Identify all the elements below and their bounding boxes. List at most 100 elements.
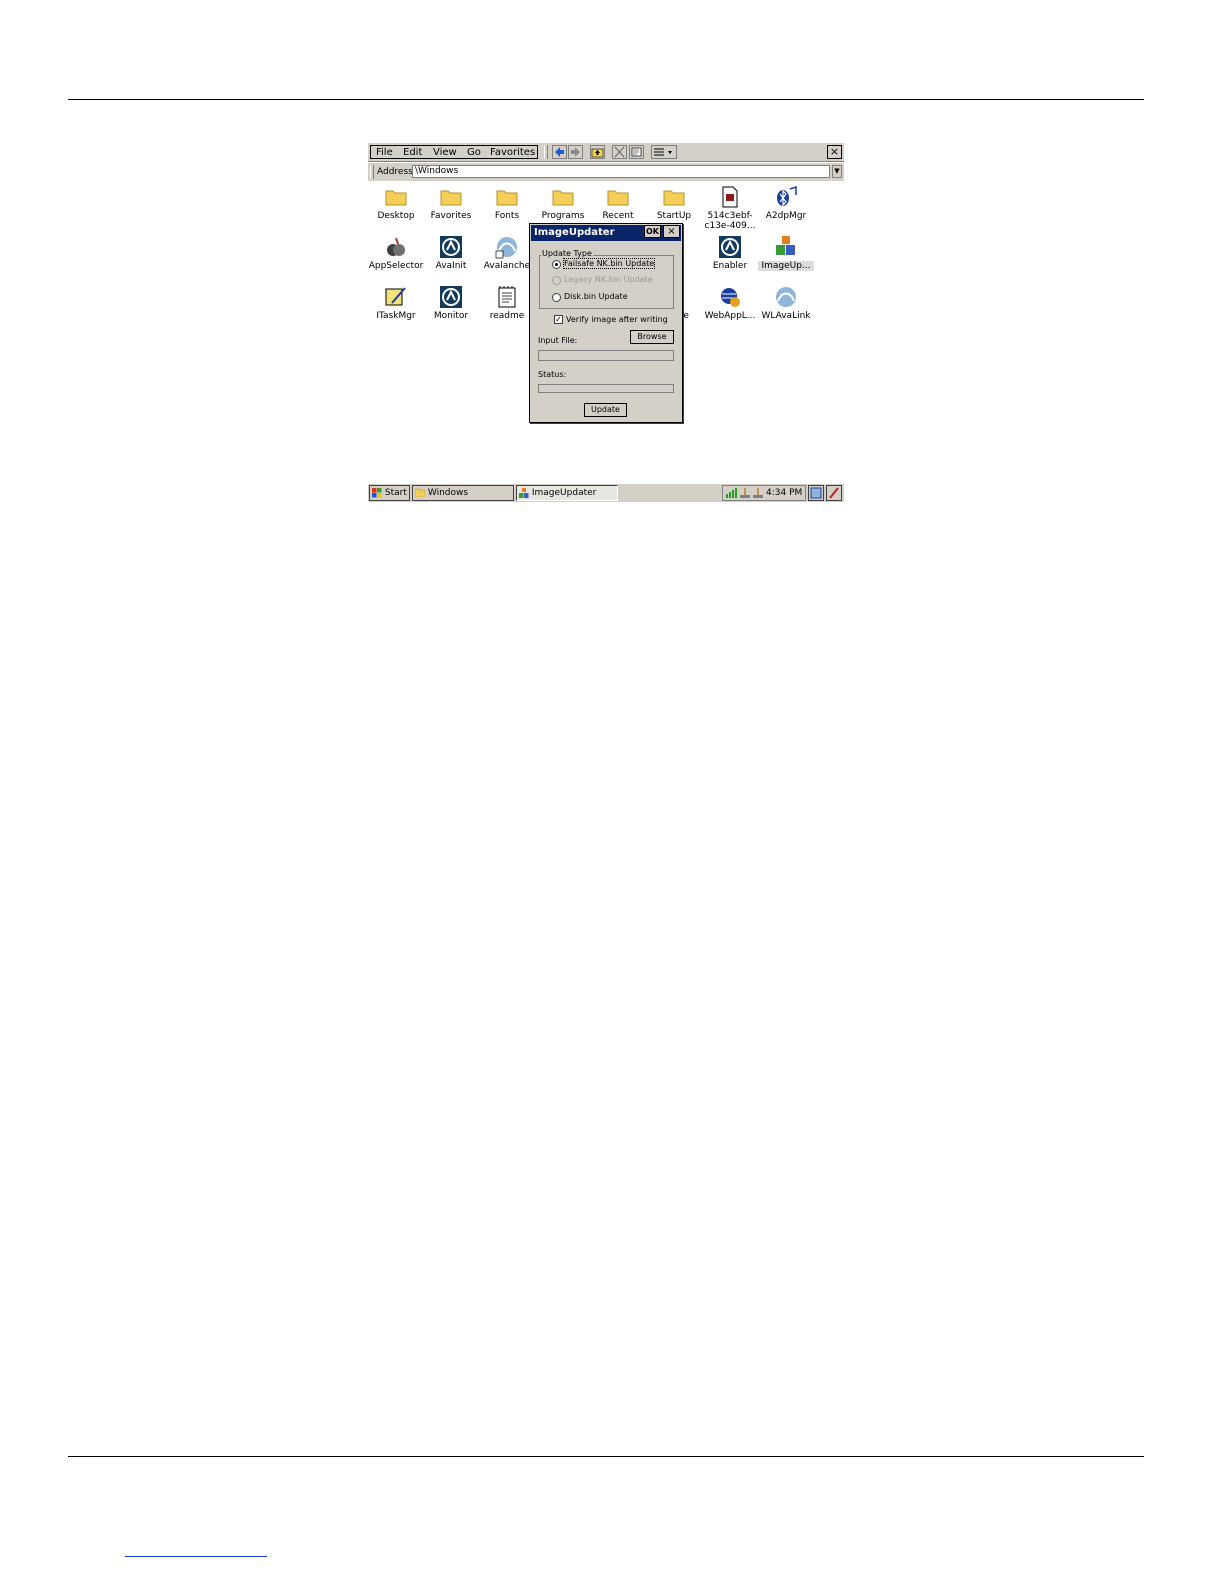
folder-icon <box>607 190 629 206</box>
address-dropdown-button[interactable]: ▼ <box>832 165 842 178</box>
task-manager-icon <box>385 287 406 306</box>
avalanche-shortcut-icon <box>776 287 796 307</box>
windows-logo-icon <box>372 487 382 497</box>
desktop-icon-wlavalink[interactable]: WLAvaLink <box>758 285 814 321</box>
desktop-icon-monitor[interactable]: Monitor <box>423 285 479 321</box>
menu-view[interactable]: View <box>433 147 457 158</box>
desktop-icon-guid-file[interactable]: 514c3ebf- c13e-409... <box>702 185 758 231</box>
update-type-label: Update Type <box>541 249 593 258</box>
network-icon[interactable] <box>751 487 765 499</box>
folder-icon <box>552 190 574 206</box>
taskbar: Start Windows ImageUpdater 4:34 PM <box>368 483 844 502</box>
notepad-icon <box>498 286 516 308</box>
address-input[interactable]: \Windows <box>412 165 830 178</box>
desktop-icon-fonts[interactable]: Fonts <box>479 185 535 221</box>
menu-favorites[interactable]: Favorites <box>490 147 535 158</box>
input-file-label: Input File: <box>538 336 578 345</box>
avalanche-app-icon <box>440 286 462 308</box>
back-button[interactable] <box>552 145 567 159</box>
list-view-icon <box>654 148 672 156</box>
status-label: Status: <box>538 370 567 379</box>
mfc-app-icon <box>519 487 529 498</box>
checkmark-icon: ✓ <box>554 315 563 324</box>
scissors-icon <box>614 146 625 158</box>
desktop-icon-itaskmgr[interactable]: ITaskMgr <box>368 285 424 321</box>
cut-button[interactable] <box>612 145 627 159</box>
footer-link-underline[interactable] <box>125 1556 267 1557</box>
web-app-icon <box>721 288 740 307</box>
show-desktop-icon <box>810 487 822 499</box>
menu-edit[interactable]: Edit <box>403 147 422 158</box>
device-screen: File Edit View Go Favorites × Address \W… <box>368 143 844 502</box>
properties-button[interactable] <box>629 145 644 159</box>
start-button[interactable]: Start <box>369 485 410 501</box>
bluetooth-audio-icon <box>777 185 797 207</box>
desktop-icon-programs[interactable]: Programs <box>535 185 591 221</box>
folder-icon <box>440 190 462 206</box>
verify-image-checkbox[interactable]: ✓ Verify image after writing <box>554 315 668 324</box>
signal-strength-icon[interactable] <box>725 487 737 499</box>
menu-file[interactable]: File <box>376 147 393 158</box>
mfc-app-icon <box>776 236 795 255</box>
system-tray: 4:34 PM <box>722 485 806 501</box>
desktop-icon-a2dpmgr[interactable]: A2dpMgr <box>758 185 814 221</box>
window-close-button[interactable]: × <box>827 145 842 159</box>
dialog-ok-button[interactable]: OK <box>644 225 661 238</box>
browse-button[interactable]: Browse <box>630 330 674 344</box>
avalanche-shortcut-icon <box>495 237 517 259</box>
radio-unselected-icon <box>552 292 561 302</box>
desktop-icon-appselector[interactable]: AppSelector <box>368 235 424 271</box>
view-mode-button[interactable] <box>651 145 677 159</box>
status-field <box>538 384 674 393</box>
desktop-icon-readme[interactable]: readme <box>479 285 535 321</box>
desktop-icon-avalanche[interactable]: Avalanche <box>479 235 535 271</box>
forward-button[interactable] <box>568 145 583 159</box>
up-folder-icon <box>591 148 604 158</box>
network-icon[interactable] <box>738 487 752 499</box>
radio-legacy-nk: Legacy NK.bin Update <box>552 275 653 286</box>
dialog-close-button[interactable]: × <box>663 225 680 238</box>
image-updater-dialog: ImageUpdater OK × Update Type Failsafe N… <box>529 223 683 423</box>
back-arrow-icon <box>555 147 564 157</box>
document-icon <box>722 186 738 208</box>
update-button[interactable]: Update <box>584 403 627 417</box>
radio-failsafe-nk[interactable]: Failsafe NK.bin Update <box>552 258 656 270</box>
desktop-icon-enabler[interactable]: Enabler <box>702 235 758 271</box>
radio-disk-bin[interactable]: Disk.bin Update <box>552 292 628 303</box>
toolbar-grip[interactable] <box>544 145 548 159</box>
menu-group: File Edit View Go Favorites <box>370 145 538 159</box>
radio-disabled-icon <box>552 275 561 285</box>
input-panel-button[interactable] <box>826 485 842 501</box>
folder-icon <box>385 190 407 206</box>
footer-rule <box>68 1456 1144 1457</box>
task-imageupdater[interactable]: ImageUpdater <box>516 485 618 501</box>
pen-icon <box>829 487 839 499</box>
app-selector-icon <box>387 237 405 256</box>
menu-bar: File Edit View Go Favorites × <box>368 143 844 162</box>
radio-selected-icon <box>552 259 561 269</box>
menu-go[interactable]: Go <box>467 147 481 158</box>
forward-arrow-icon <box>571 147 580 157</box>
task-windows[interactable]: Windows <box>412 485 514 501</box>
address-bar: Address \Windows ▼ <box>368 163 844 181</box>
header-rule <box>68 99 1144 100</box>
desktop-toggle-button[interactable] <box>808 485 824 501</box>
address-label: Address <box>377 167 413 177</box>
input-file-field[interactable] <box>538 350 674 361</box>
clock[interactable]: 4:34 PM <box>766 488 802 498</box>
avalanche-app-icon <box>440 236 462 258</box>
properties-icon <box>631 147 642 157</box>
desktop-icon-imageupdater[interactable]: ImageUp... <box>758 235 814 271</box>
desktop-icon-desktop[interactable]: Desktop <box>368 185 424 221</box>
desktop-icon-recent[interactable]: Recent <box>590 185 646 221</box>
up-folder-button[interactable] <box>590 145 605 159</box>
desktop-icon-avainit[interactable]: AvaInit <box>423 235 479 271</box>
folder-icon <box>496 190 518 206</box>
folder-icon <box>663 190 685 206</box>
desktop-icon-webappl[interactable]: WebAppL... <box>702 285 758 321</box>
address-grip[interactable] <box>370 165 374 179</box>
folder-icon <box>414 488 426 498</box>
desktop-icon-favorites[interactable]: Favorites <box>423 185 479 221</box>
avalanche-app-icon <box>719 236 741 258</box>
desktop-icon-startup[interactable]: StartUp <box>646 185 702 221</box>
